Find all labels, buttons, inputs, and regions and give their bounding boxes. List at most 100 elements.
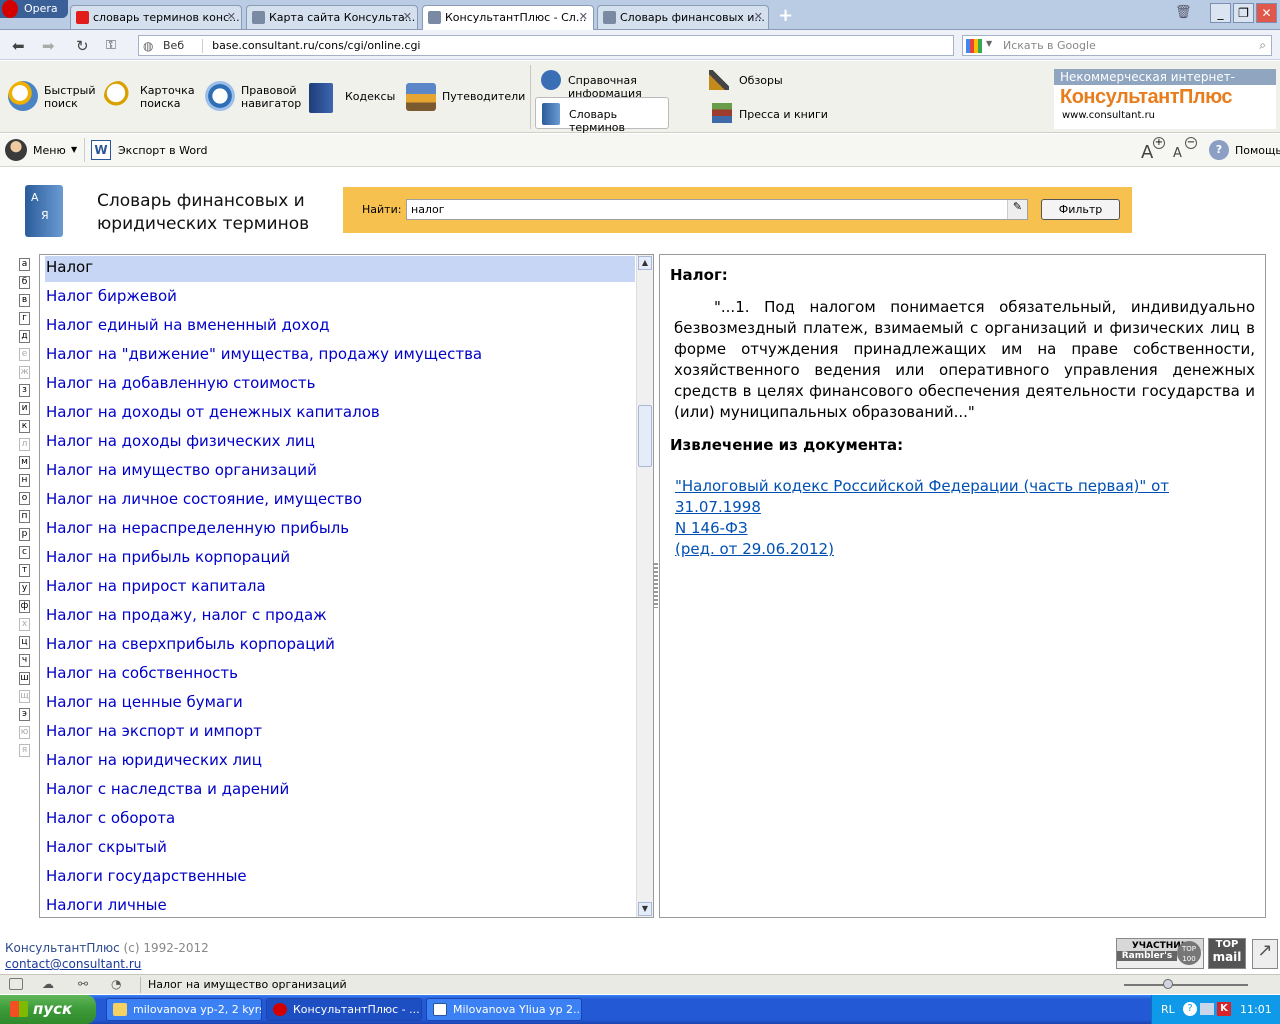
taskbar-opera-window[interactable]: КонсультантПлюс - ... [266, 998, 422, 1021]
alphabet-letter[interactable]: я [19, 744, 30, 757]
expand-arrow-icon[interactable]: ↗ [1252, 939, 1278, 969]
reload-icon[interactable]: ↻ [76, 37, 89, 55]
term-item[interactable]: Налог на сверхприбыль корпораций [45, 633, 635, 659]
maximize-button[interactable]: ❐ [1233, 3, 1254, 23]
trash-icon[interactable]: 🗑 [1175, 5, 1192, 20]
tab-consultant-active[interactable]: КонсультантПлюс - Сл... ✕ [422, 5, 594, 30]
guides-button[interactable]: Путеводители [406, 81, 525, 115]
menu-button[interactable]: Меню ▼ [5, 139, 81, 163]
term-item[interactable]: Налог на личное состояние, имущество [45, 488, 635, 514]
close-tab-icon[interactable]: ✕ [579, 10, 588, 23]
address-field[interactable]: ◍ Веб base.consultant.ru/cons/cgi/online… [138, 35, 954, 56]
alphabet-letter[interactable]: э [19, 708, 30, 721]
antivirus-icon[interactable]: K [1217, 1002, 1231, 1016]
term-item[interactable]: Налог на продажу, налог с продаж [45, 604, 635, 630]
tab-dictionary[interactable]: Словарь финансовых и... ✕ [597, 5, 769, 29]
close-window-button[interactable]: ✕ [1256, 3, 1277, 23]
term-item[interactable]: Налог скрытый [45, 836, 635, 862]
term-item[interactable]: Налог на имущество организаций [45, 459, 635, 485]
panel-toggle-icon[interactable] [9, 978, 23, 990]
filter-button[interactable]: Фильтр [1041, 199, 1120, 220]
alphabet-letter[interactable]: ш [19, 672, 30, 685]
panel-splitter[interactable] [654, 563, 658, 608]
close-tab-icon[interactable]: ✕ [754, 10, 763, 23]
tab-sitemap[interactable]: Карта сайта Консульта... ✕ [246, 5, 418, 29]
alphabet-letter[interactable]: к [19, 420, 30, 433]
press-books-button[interactable]: Пресса и книги [709, 103, 829, 125]
alphabet-letter[interactable]: д [19, 330, 30, 343]
term-item[interactable]: Налог на прирост капитала [45, 575, 635, 601]
footer-brand-link[interactable]: КонсультантПлюс [5, 941, 120, 955]
contact-email-link[interactable]: contact@consultant.ru [5, 957, 141, 971]
term-list-scrollbar[interactable]: ▲ ▼ [636, 255, 653, 917]
alphabet-letter[interactable]: н [19, 474, 30, 487]
zoom-slider-track[interactable] [1124, 984, 1248, 986]
consultant-brand-logo[interactable]: Некоммерческая интернет-версия Консульта… [1054, 69, 1276, 129]
alphabet-letter[interactable]: х [19, 618, 30, 631]
alphabet-letter[interactable]: с [19, 546, 30, 559]
alphabet-letter[interactable]: л [19, 438, 30, 451]
network-icon[interactable] [1200, 1003, 1214, 1015]
term-item[interactable]: Налог на доходы физических лиц [45, 430, 635, 456]
alphabet-letter[interactable]: м [19, 456, 30, 469]
mail-top-counter[interactable]: TOP mail [1208, 938, 1246, 969]
reviews-button[interactable]: Обзоры [709, 70, 799, 92]
codes-button[interactable]: Кодексы [309, 81, 399, 115]
quick-search-button[interactable]: Быстрый поиск [8, 81, 100, 115]
term-item[interactable]: Налог с оборота [45, 807, 635, 833]
scroll-down-arrow-icon[interactable]: ▼ [638, 902, 652, 916]
rambler-top100-counter[interactable]: УЧАСТНИК Rambler's TOP 100 [1116, 938, 1204, 969]
taskbar-word-window[interactable]: Milovanova Yliua ур 2... [426, 998, 582, 1021]
speed-dial-icon[interactable]: ◔ [111, 977, 121, 991]
alphabet-letter[interactable]: п [19, 510, 30, 523]
term-item[interactable]: Налог на "движение" имущества, продажу и… [45, 343, 635, 369]
term-item[interactable]: Налог на собственность [45, 662, 635, 688]
close-tab-icon[interactable]: ✕ [403, 10, 412, 23]
scrollbar-thumb[interactable] [638, 405, 652, 467]
alphabet-letter[interactable]: б [19, 276, 30, 289]
google-search-input[interactable]: ▼ Искать в Google ⌕ [962, 35, 1272, 56]
term-item-selected[interactable]: Налог [45, 256, 635, 282]
alphabet-letter[interactable]: в [19, 294, 30, 307]
alphabet-letter[interactable]: р [19, 528, 30, 541]
tab-yandex-search[interactable]: словарь терминов конс... ✕ [70, 5, 242, 29]
font-decrease-button[interactable]: A − [1173, 137, 1199, 163]
alphabet-letter[interactable]: у [19, 582, 30, 595]
export-word-button[interactable]: W Экспорт в Word [91, 139, 211, 163]
font-increase-button[interactable]: A + [1141, 137, 1167, 163]
scroll-up-arrow-icon[interactable]: ▲ [638, 256, 652, 270]
term-item[interactable]: Налог на юридических лиц [45, 749, 635, 775]
alphabet-letter[interactable]: е [19, 348, 30, 361]
alphabet-letter[interactable]: о [19, 492, 30, 505]
term-item[interactable]: Налоги личные [45, 894, 635, 917]
term-item[interactable]: Налог единый на вмененный доход [45, 314, 635, 340]
alphabet-letter[interactable]: и [19, 402, 30, 415]
term-item[interactable]: Налоги государственные [45, 865, 635, 891]
clear-broom-icon[interactable]: ✎ [1007, 200, 1027, 219]
alphabet-letter[interactable]: т [19, 564, 30, 577]
term-item[interactable]: Налог с наследства и дарений [45, 778, 635, 804]
alphabet-letter[interactable]: ф [19, 600, 30, 613]
term-item[interactable]: Налог на прибыль корпораций [45, 546, 635, 572]
opera-menu-button[interactable]: Opera [0, 0, 68, 18]
chevron-down-icon[interactable]: ▼ [986, 39, 992, 48]
taskbar-folder-window[interactable]: milovanova ур-2, 2 kyrs [106, 998, 262, 1021]
source-link[interactable]: "Налоговый кодекс Российской Федерации (… [670, 476, 1255, 560]
zoom-slider-knob[interactable] [1163, 979, 1173, 989]
alphabet-letter[interactable]: г [19, 312, 30, 325]
cloud-icon[interactable]: ☁ [42, 977, 54, 991]
source-link-line[interactable]: (ред. от 29.06.2012) [670, 539, 1255, 560]
reference-info-button[interactable]: Справочная информация [541, 70, 701, 100]
search-icon[interactable]: ⌕ [1259, 38, 1266, 53]
alphabet-letter[interactable]: ж [19, 366, 30, 379]
term-item[interactable]: Налог биржевой [45, 285, 635, 311]
term-item[interactable]: Налог на экспорт и импорт [45, 720, 635, 746]
source-link-line[interactable]: N 146-ФЗ [670, 518, 1255, 539]
new-tab-button[interactable]: + [778, 5, 793, 26]
minimize-button[interactable]: _ [1210, 3, 1231, 23]
share-icon[interactable]: ⚯ [78, 977, 88, 991]
alphabet-letter[interactable]: ч [19, 654, 30, 667]
help-button[interactable]: ? Помощь [1209, 139, 1280, 163]
close-tab-icon[interactable]: ✕ [227, 10, 236, 23]
legal-navigator-button[interactable]: Правовой навигатор [205, 81, 301, 115]
